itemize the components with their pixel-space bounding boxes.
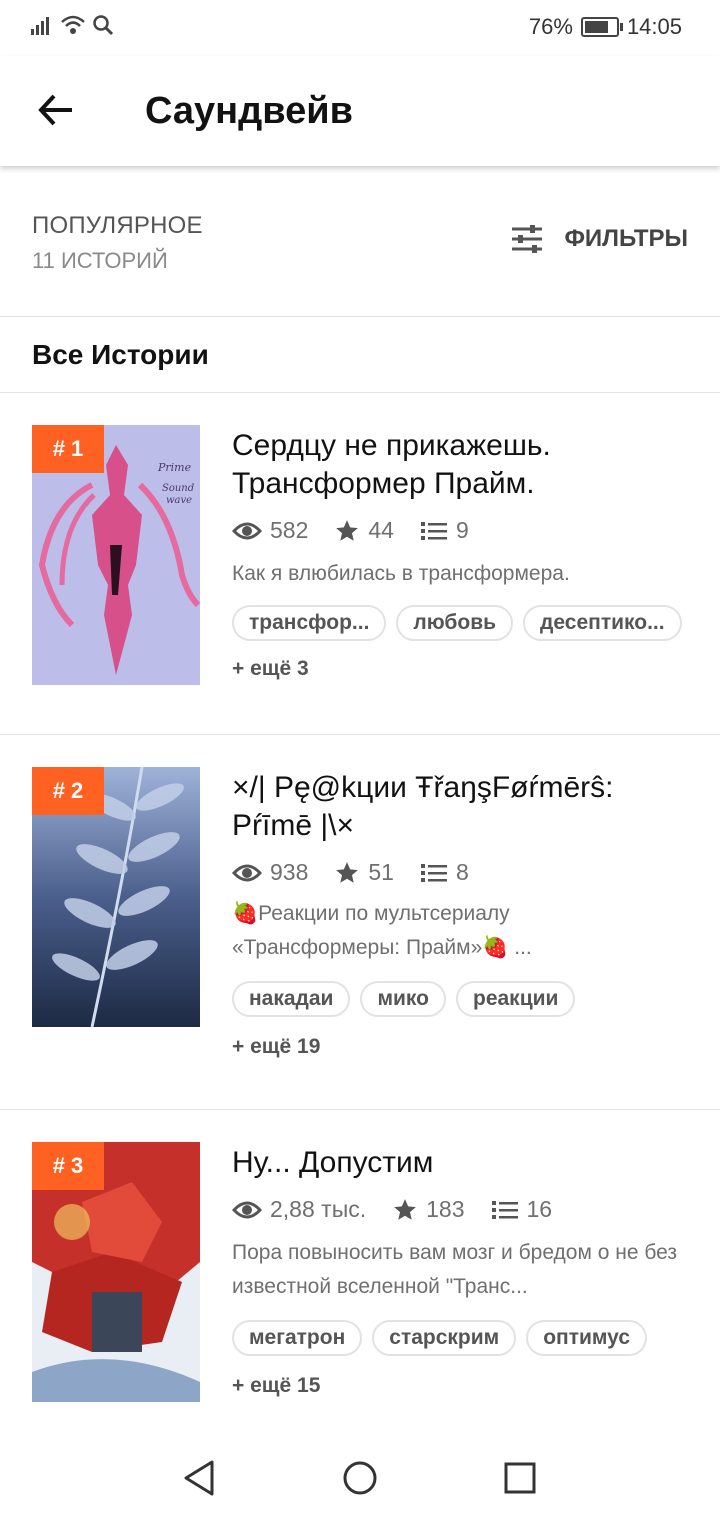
filters-label: ФИЛЬТРЫ bbox=[564, 225, 688, 252]
votes-stat: 44 bbox=[334, 517, 394, 544]
list-icon bbox=[491, 1200, 518, 1219]
tag-chip[interactable]: старскрим bbox=[372, 1320, 517, 1356]
arrow-back-icon[interactable] bbox=[32, 86, 80, 134]
svg-text:Sound: Sound bbox=[162, 483, 194, 494]
tag-chip[interactable]: накадаи bbox=[232, 981, 351, 1017]
parts-stat: 8 bbox=[420, 859, 469, 886]
status-bar: 76% 14:05 bbox=[0, 0, 720, 56]
signal-icon bbox=[31, 17, 49, 35]
nav-recents-icon[interactable] bbox=[500, 1458, 540, 1498]
parts-stat: 16 bbox=[491, 1196, 553, 1223]
story-description: Как я влюбилась в трансформера. bbox=[232, 562, 570, 585]
rank-badge: # 1 bbox=[32, 425, 104, 473]
tag-chip[interactable]: реакции bbox=[456, 981, 576, 1017]
rank-badge: # 2 bbox=[32, 767, 104, 815]
more-tags-button[interactable]: + ещё 15 bbox=[232, 1368, 692, 1404]
story-description: 🍓Реакции по мультсериалу «Трансформеры: … bbox=[232, 902, 532, 959]
tag-chip[interactable]: мегатрон bbox=[232, 1320, 363, 1356]
story-title[interactable]: ×/| Pę@kции ŦřaŋşFøŕmērŝ: Pŕīmē |\× bbox=[232, 769, 682, 845]
views-stat: 938 bbox=[232, 859, 308, 886]
star-icon bbox=[336, 861, 359, 883]
tag-chip[interactable]: трансфор... bbox=[232, 605, 387, 641]
svg-text:Prime: Prime bbox=[157, 461, 192, 474]
story-item[interactable]: Prime Sound wave # 1 Сердцу не прикажешь… bbox=[0, 393, 720, 735]
wifi-icon bbox=[61, 15, 85, 34]
section-title: Все Истории bbox=[32, 339, 209, 370]
votes-count: 51 bbox=[368, 859, 394, 885]
nav-back-icon[interactable] bbox=[180, 1458, 220, 1498]
story-stats: 938 51 8 bbox=[232, 859, 495, 886]
star-icon bbox=[394, 1198, 416, 1220]
search-status-icon bbox=[93, 15, 114, 36]
tag-list: накадаи мико реакции + ещё 19 bbox=[232, 981, 692, 1065]
eye-icon bbox=[232, 864, 262, 881]
list-icon bbox=[420, 521, 447, 540]
story-title[interactable]: Ну... Допустим bbox=[232, 1144, 682, 1182]
views-stat: 582 bbox=[232, 517, 308, 544]
views-count: 582 bbox=[270, 517, 309, 543]
story-title[interactable]: Сердцу не прикажешь. Трансформер Прайм. bbox=[232, 427, 682, 503]
votes-stat: 51 bbox=[334, 859, 394, 886]
parts-count: 9 bbox=[455, 517, 469, 543]
battery-icon bbox=[580, 17, 623, 37]
story-count: 11 ИСТОРИЙ bbox=[32, 248, 168, 273]
eye-icon bbox=[232, 1201, 262, 1218]
app-bar: Саундвейв bbox=[0, 56, 720, 166]
star-icon bbox=[336, 519, 359, 541]
parts-stat: 9 bbox=[420, 517, 469, 544]
filters-button[interactable]: ФИЛЬТРЫ bbox=[510, 224, 688, 254]
tag-list: мегатрон старскрим оптимус + ещё 15 bbox=[232, 1320, 692, 1404]
nav-home-icon[interactable] bbox=[340, 1458, 380, 1498]
story-stats: 582 44 9 bbox=[232, 517, 495, 544]
more-tags-button[interactable]: + ещё 3 bbox=[232, 651, 309, 687]
list-icon bbox=[420, 863, 447, 882]
tag-chip[interactable]: любовь bbox=[396, 605, 514, 641]
story-item[interactable]: # 3 Ну... Допустим 2,88 тыс. 183 16 Пора… bbox=[0, 1110, 720, 1410]
filter-sliders-icon bbox=[512, 225, 543, 253]
tag-chip[interactable]: мико bbox=[360, 981, 446, 1017]
tag-list: трансфор... любовь десептико... + ещё 3 bbox=[232, 605, 692, 687]
views-count: 2,88 тыс. bbox=[270, 1196, 367, 1222]
more-tags-button[interactable]: + ещё 19 bbox=[232, 1029, 692, 1065]
parts-count: 8 bbox=[455, 859, 469, 885]
votes-count: 183 bbox=[426, 1196, 465, 1222]
eye-icon bbox=[232, 522, 262, 539]
tag-chip[interactable]: оптимус bbox=[526, 1320, 648, 1356]
story-description: Пора повыносить вам мозг и бредом о не б… bbox=[232, 1241, 677, 1298]
rank-badge: # 3 bbox=[32, 1142, 104, 1190]
story-item[interactable]: # 2 ×/| Pę@kции ŦřaŋşFøŕmērŝ: Pŕīmē |\× … bbox=[0, 735, 720, 1110]
votes-stat: 183 bbox=[392, 1196, 465, 1223]
votes-count: 44 bbox=[368, 517, 394, 543]
sort-button[interactable]: ПОПУЛЯРНОЕ bbox=[32, 212, 203, 240]
status-right: 76% 14:05 bbox=[529, 14, 682, 40]
system-nav-bar bbox=[0, 1420, 720, 1520]
page-title: Саундвейв bbox=[145, 90, 353, 132]
status-left bbox=[30, 14, 114, 36]
parts-count: 16 bbox=[526, 1196, 553, 1222]
story-stats: 2,88 тыс. 183 16 bbox=[232, 1196, 578, 1223]
views-count: 938 bbox=[270, 859, 309, 885]
views-stat: 2,88 тыс. bbox=[232, 1196, 366, 1223]
svg-text:wave: wave bbox=[166, 495, 192, 506]
section-header: Все Истории bbox=[0, 317, 720, 393]
tag-chip[interactable]: десептико... bbox=[523, 605, 682, 641]
battery-percent: 76% bbox=[528, 14, 573, 39]
clock: 14:05 bbox=[626, 14, 682, 39]
sort-bar: ПОПУЛЯРНОЕ 11 ИСТОРИЙ ФИЛЬТРЫ bbox=[0, 166, 720, 317]
